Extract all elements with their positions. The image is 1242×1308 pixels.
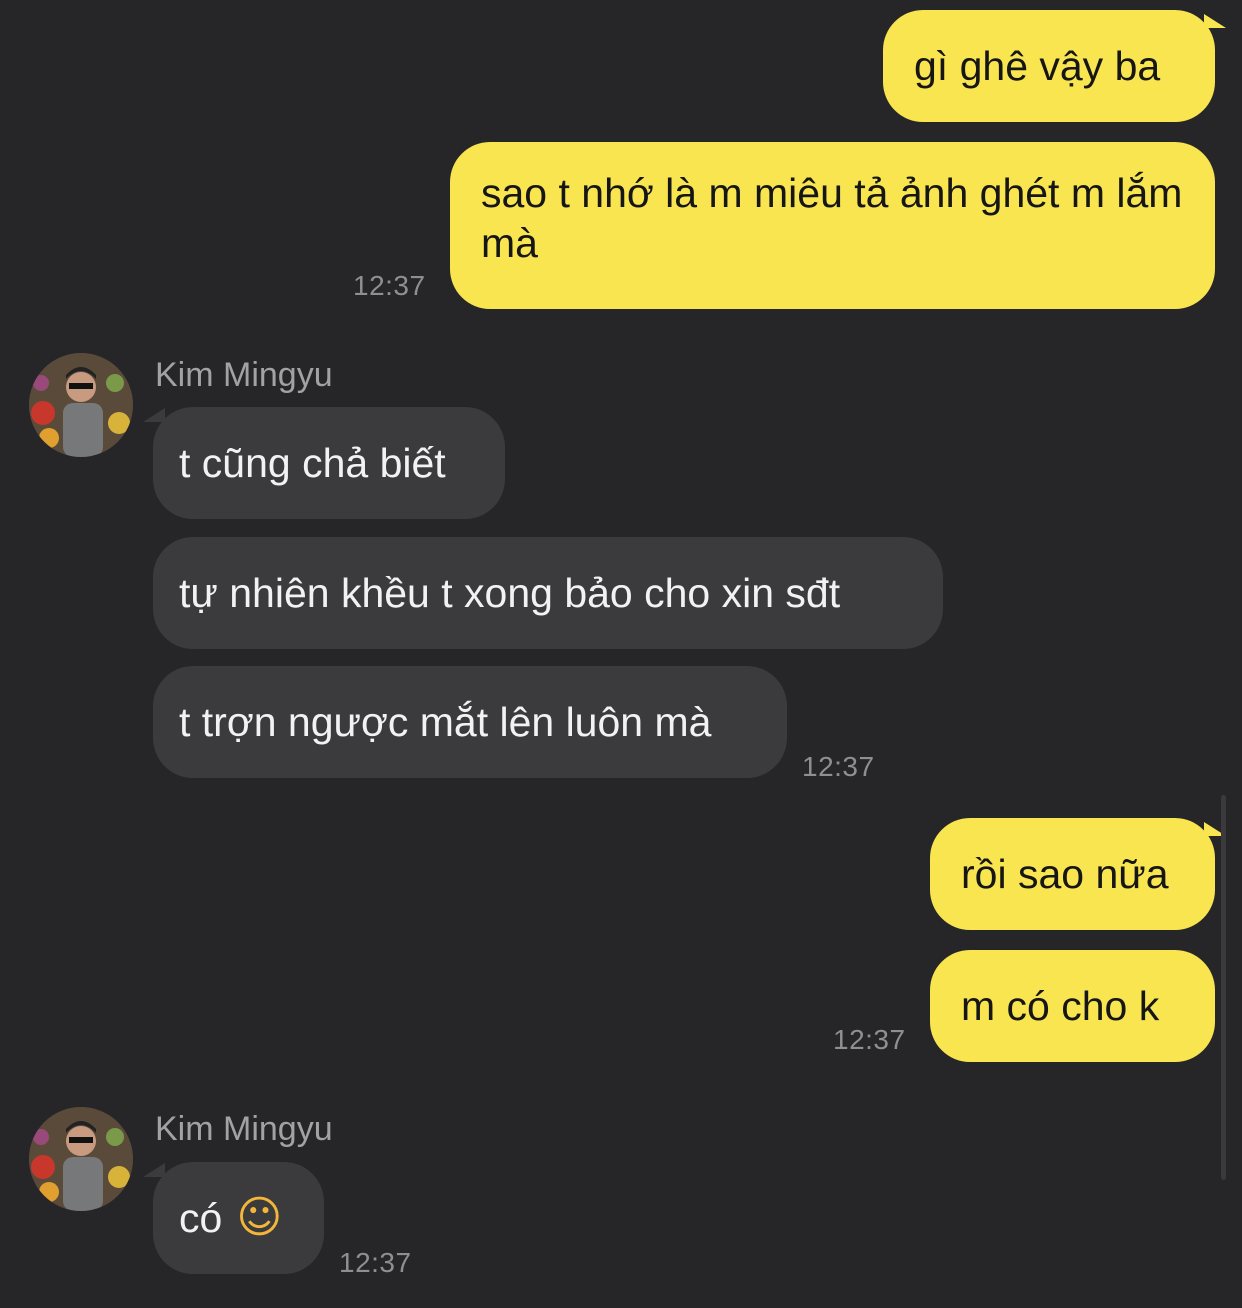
message-text: t cũng chả biết [179, 440, 446, 486]
outgoing-message-bubble[interactable]: sao t nhớ là m miêu tả ảnh ghét m lắm mà [450, 142, 1215, 309]
message-timestamp: 12:37 [353, 270, 426, 301]
incoming-message-bubble[interactable]: có ☺ [153, 1162, 324, 1274]
scrollbar[interactable] [1221, 795, 1226, 1180]
message-text: m có cho k [961, 983, 1160, 1029]
message-text: có [179, 1195, 223, 1241]
message-text: sao t nhớ là m miêu tả ảnh ghét m lắm mà [481, 170, 1183, 266]
smiling-face-icon: ☺ [236, 1192, 283, 1243]
bubble-tail [143, 408, 165, 422]
bubble-tail [1204, 14, 1226, 28]
message-text: t trợn ngược mắt lên luôn mà [179, 699, 712, 745]
avatar[interactable] [29, 353, 133, 457]
sender-name: Kim Mingyu [155, 356, 333, 394]
incoming-message-bubble[interactable]: tự nhiên khều t xong bảo cho xin sđt [153, 537, 943, 649]
message-text: tự nhiên khều t xong bảo cho xin sđt [179, 570, 841, 616]
message-timestamp: 12:37 [833, 1024, 906, 1055]
message-timestamp: 12:37 [339, 1247, 412, 1278]
avatar[interactable] [29, 1107, 133, 1211]
incoming-message-bubble[interactable]: t trợn ngược mắt lên luôn mà [153, 666, 787, 778]
outgoing-message-bubble[interactable]: m có cho k [930, 950, 1215, 1062]
avatar-photo [29, 353, 133, 457]
message-text: rồi sao nữa [961, 851, 1169, 897]
message-text: gì ghê vậy ba [914, 43, 1161, 89]
message-timestamp: 12:37 [802, 751, 875, 782]
incoming-message-bubble[interactable]: t cũng chả biết [153, 407, 505, 519]
avatar-photo [29, 1107, 133, 1211]
outgoing-message-bubble[interactable]: rồi sao nữa [930, 818, 1215, 930]
sender-name: Kim Mingyu [155, 1110, 333, 1148]
bubble-tail [143, 1163, 165, 1177]
outgoing-message-bubble[interactable]: gì ghê vậy ba [883, 10, 1215, 122]
